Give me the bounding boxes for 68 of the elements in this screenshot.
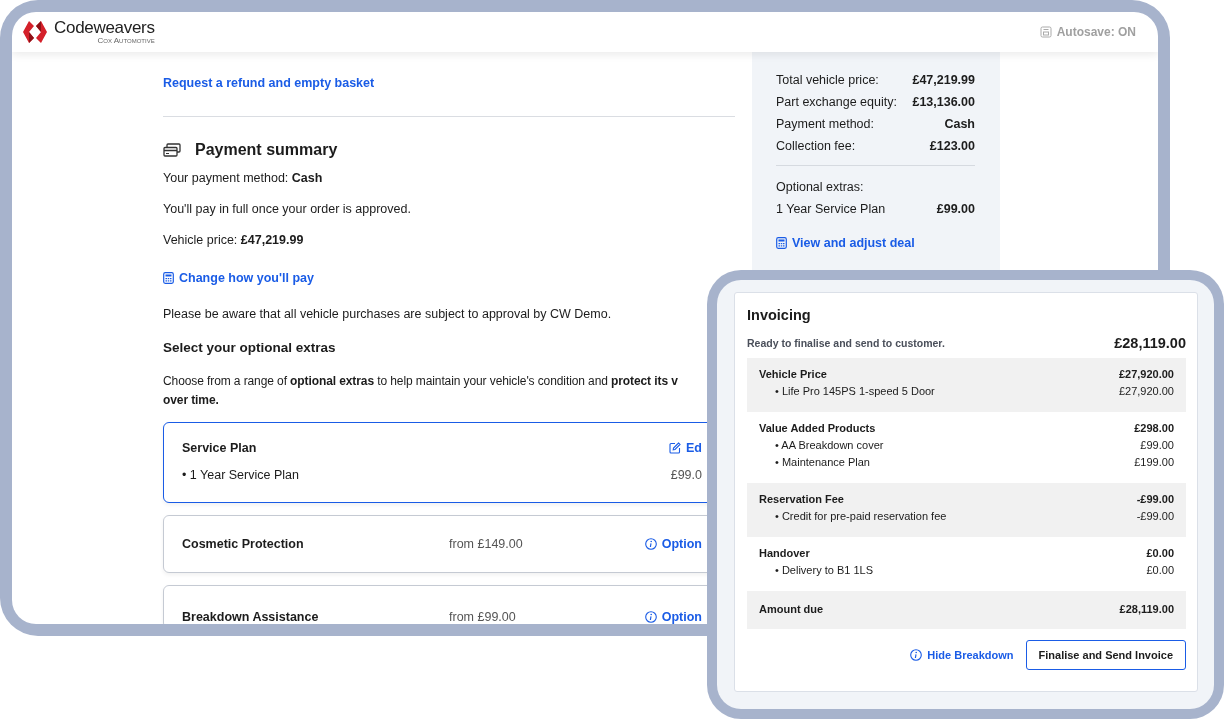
info-icon [910,649,923,661]
breakdown-item-amount: £99.00 [1140,438,1174,453]
vehicle-price-text: Vehicle price: £47,219.99 [163,233,305,248]
breakdown-item: • Credit for pre-paid reservation fee [775,509,947,524]
section-title: Payment summary [195,141,338,159]
summary-value: £99.00 [936,201,975,218]
options-link[interactable]: Option [644,610,702,624]
change-payment-link[interactable]: Change how you'll pay [163,271,314,285]
invoice-status: Ready to finalise and send to customer. [747,337,945,349]
options-link[interactable]: Option [644,537,702,551]
payment-note: You'll pay in full once your order is approved. [163,202,412,217]
invoice-total: £28,119.00 [1114,335,1186,351]
breakdown-amount: £298.00 [1134,421,1174,436]
breakdown-amount: -£99.00 [1136,492,1174,507]
breakdown-amount: £27,920.00 [1118,367,1174,382]
breakdown-title: Reservation Fee [759,492,844,507]
summary-value: Cash [944,116,975,133]
cards-icon [163,143,181,157]
extras-title: Select your optional extras [163,340,337,355]
hide-breakdown-link[interactable]: Hide Breakdown [910,649,1014,661]
breakdown-item-amount: £199.00 [1134,455,1174,470]
amount-due-label: Amount due [759,602,824,617]
refund-link[interactable]: Request a refund and empty basket [163,76,375,90]
invoice-title: Invoicing [747,307,812,323]
summary-label: Total vehicle price: [776,72,879,89]
summary-value: £47,219.99 [912,72,975,89]
breakdown-title: Handover [759,546,810,561]
summary-label: 1 Year Service Plan [776,201,886,218]
extra-price: from £99.00 [449,610,517,624]
send-invoice-button[interactable]: Finalise and Send Invoice [1025,640,1186,670]
payment-method-text: Your payment method: Cash [163,171,324,186]
breakdown-title: Value Added Products [759,421,876,436]
extras-intro: Choose from a range of optional extras to help maintain your vehicle's condition and protect its v over time. [163,373,679,409]
edit-link[interactable]: Ed [669,441,702,455]
amount-due-value: £28,119.00 [1119,602,1174,617]
edit-icon [669,442,681,454]
adjust-deal-link[interactable]: View and adjust deal [776,236,915,250]
calculator-icon [163,272,174,284]
breakdown-amount: £0.00 [1146,546,1174,561]
calculator-icon [776,237,787,249]
summary-value: £123.00 [929,138,975,155]
extra-price: £99.0 [670,468,702,482]
breakdown-title: Vehicle Price [759,367,827,382]
extra-price: from £149.00 [449,537,524,551]
extra-title: Breakdown Assistance [182,610,320,624]
brand-name: Codeweavers [54,19,155,36]
logo-icon [22,20,48,44]
breakdown-item-amount: £27,920.00 [1118,384,1174,399]
breakdown-item: • AA Breakdown cover [775,438,884,453]
extra-title: Cosmetic Protection [182,537,305,551]
approval-note: Please be aware that all vehicle purchases are subject to approval by CW Demo. [163,307,613,322]
breakdown-item: • Maintenance Plan [775,455,870,470]
breakdown-item: • Life Pro 145PS 1-speed 5 Door [775,384,935,399]
summary-label: Part exchange equity: [776,94,897,111]
brand-subtitle: Cox Automotive [97,37,155,45]
autosave-status: Autosave: ON [1056,25,1136,39]
info-icon [644,611,657,623]
summary-value: £13,136.00 [912,94,975,111]
breakdown-item-amount: £0.00 [1146,563,1174,578]
extras-label: Optional extras: [776,179,865,196]
extra-title: Service Plan [182,441,257,455]
extra-item: • 1 Year Service Plan [182,468,299,482]
breakdown-item: • Delivery to B1 1LS [775,563,873,578]
summary-label: Collection fee: [776,138,856,155]
summary-label: Payment method: [776,116,874,133]
breakdown-item-amount: -£99.00 [1136,509,1174,524]
save-icon [1039,26,1052,38]
info-icon [644,538,657,550]
